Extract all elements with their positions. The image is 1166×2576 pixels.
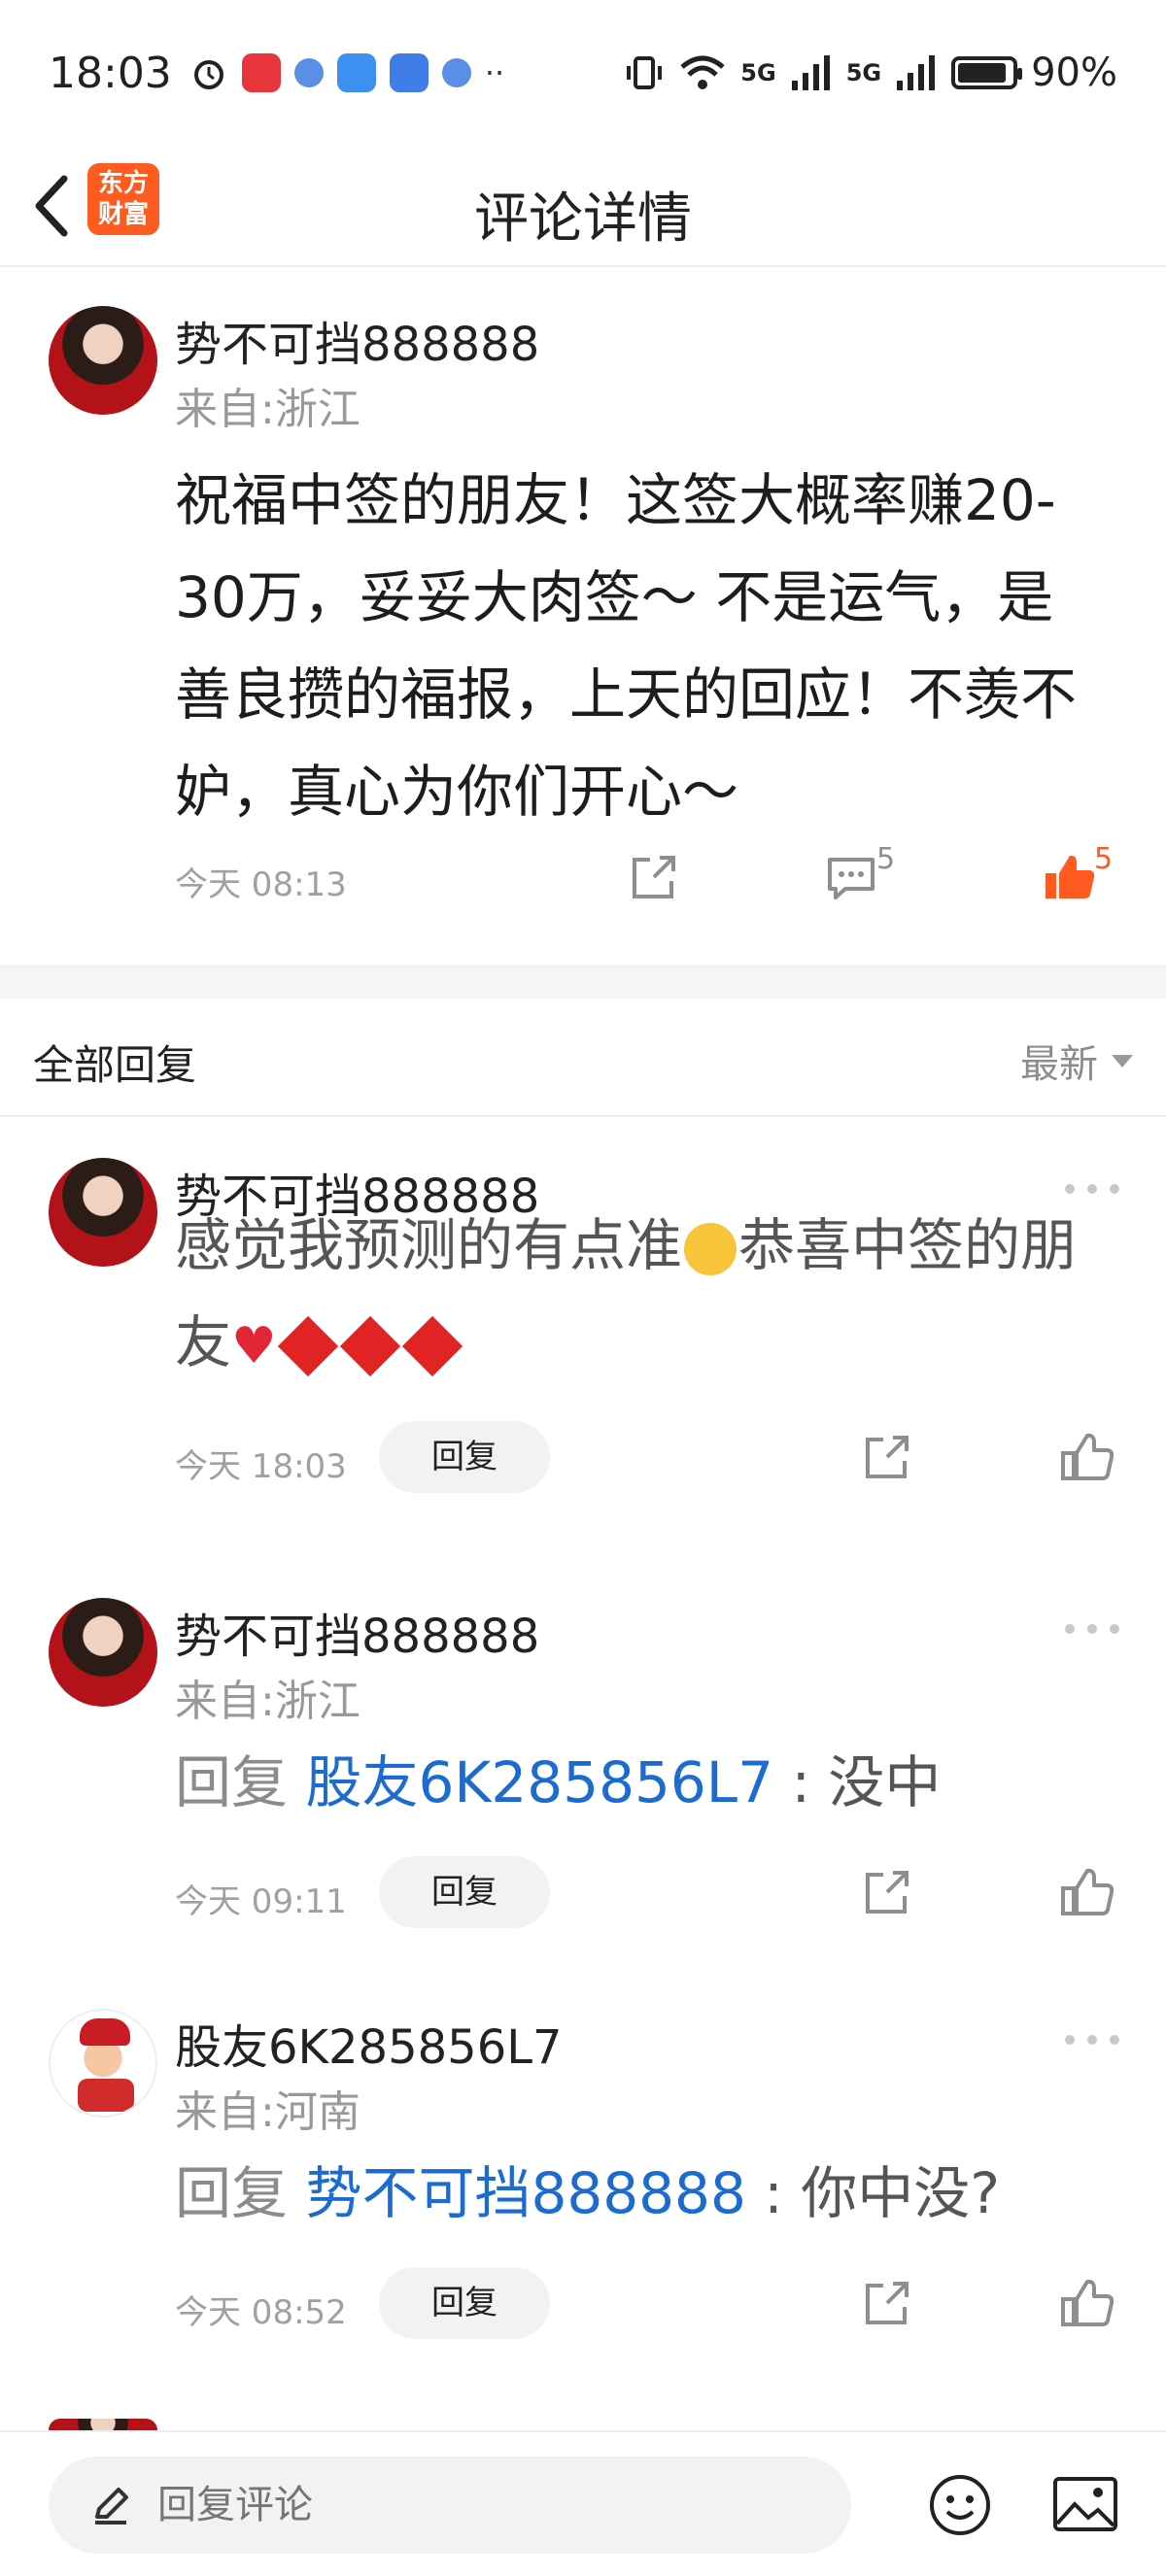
reply-comment-field[interactable] bbox=[49, 2457, 851, 2554]
chevron-down-icon bbox=[1112, 1054, 1133, 1068]
share-button[interactable] bbox=[860, 1865, 914, 1919]
thumbs-up-icon bbox=[1046, 855, 1095, 898]
fu-emoji-icon bbox=[339, 1315, 400, 1377]
more-icon[interactable] bbox=[1065, 1179, 1119, 1199]
reply-button[interactable]: 回复 bbox=[379, 2267, 550, 2339]
comment-count: 5 bbox=[876, 842, 896, 876]
more-notifications-icon: ·· bbox=[484, 54, 505, 91]
location-label: 来自:浙江 bbox=[175, 385, 360, 434]
thumbs-up-icon bbox=[1061, 1433, 1115, 1480]
fu-emoji-icon bbox=[277, 1315, 338, 1377]
signal-icon bbox=[791, 55, 830, 90]
like-button[interactable] bbox=[1059, 1865, 1115, 1919]
reply-button[interactable]: 回复 bbox=[379, 1856, 550, 1928]
battery-icon bbox=[951, 56, 1023, 89]
reply-input[interactable] bbox=[157, 2483, 740, 2527]
emoji-icon[interactable] bbox=[928, 2473, 992, 2537]
heart-emoji-icon: ♥ bbox=[231, 1316, 277, 1375]
more-icon[interactable] bbox=[1065, 1619, 1119, 1639]
app-notification-icon bbox=[441, 58, 471, 87]
share-button[interactable] bbox=[860, 1430, 914, 1484]
reply-item: 势不可挡888888 来自:浙江 回复 股友6K285856L7 : 没中 今天… bbox=[0, 1559, 1166, 1943]
replies-header: 全部回复 最新 bbox=[0, 999, 1166, 1117]
comment-icon bbox=[828, 858, 874, 899]
reply-text: 感觉我预测的有点准 恭喜中签的朋友♥ bbox=[175, 1197, 1108, 1395]
like-count: 5 bbox=[1094, 842, 1114, 876]
header: 东方 财富 评论详情 bbox=[0, 146, 1166, 267]
reply-item: 势不可挡888888 感觉我预测的有点准 恭喜中签的朋友♥ 今天 18:03 回复 bbox=[0, 1119, 1166, 1527]
mention-link[interactable]: 股友6K285856L7 bbox=[305, 1749, 773, 1815]
weather-icon bbox=[336, 53, 376, 92]
more-icon[interactable] bbox=[1065, 2030, 1119, 2050]
app-notification-icon bbox=[293, 58, 324, 87]
section-divider bbox=[0, 965, 1166, 999]
share-icon bbox=[633, 856, 675, 898]
avatar[interactable] bbox=[49, 2009, 157, 2118]
like-button[interactable] bbox=[1059, 1430, 1115, 1484]
reply-item: 股友6K285856L7 来自:河南 回复 势不可挡888888 : 你中没? … bbox=[0, 1970, 1166, 2354]
sort-label: 最新 bbox=[1020, 1042, 1098, 1087]
sort-dropdown[interactable]: 最新 bbox=[1020, 1033, 1133, 1089]
status-time: 18:03 bbox=[49, 48, 172, 98]
comment-text: 祝福中签的朋友！这签大概率赚20-30万，妥妥大肉签～ 不是运气，是善良攒的福报… bbox=[175, 467, 1078, 825]
vibrate-icon bbox=[627, 56, 663, 89]
reply-text: 回复 势不可挡888888 : 你中没? bbox=[175, 2160, 1001, 2226]
network-5g-label: 5G bbox=[845, 59, 882, 86]
reply-time: 今天 18:03 bbox=[175, 1447, 347, 1486]
share-button[interactable] bbox=[627, 850, 681, 904]
avatar[interactable] bbox=[49, 1598, 157, 1707]
bottom-bar bbox=[0, 2430, 1166, 2576]
location-label: 来自:浙江 bbox=[175, 1677, 360, 1726]
reply-time: 今天 08:52 bbox=[175, 2293, 347, 2332]
comment-time: 今天 08:13 bbox=[175, 865, 347, 904]
share-button[interactable] bbox=[860, 2276, 914, 2330]
mention-link[interactable]: 势不可挡888888 bbox=[305, 2160, 745, 2226]
status-bar: 18:03 ·· 5G 5G 90% bbox=[0, 0, 1166, 146]
battery-percent: 90% bbox=[1031, 51, 1117, 95]
username[interactable]: 股友6K285856L7 bbox=[175, 2009, 563, 2077]
main-comment: 势不可挡888888 来自:浙江 祝福中签的朋友！这签大概率赚20-30万，妥妥… bbox=[0, 267, 1166, 965]
reply-time: 今天 09:11 bbox=[175, 1882, 347, 1921]
app-notification-icon bbox=[241, 53, 281, 92]
smiley-emoji-icon bbox=[684, 1222, 737, 1275]
avatar[interactable] bbox=[49, 1158, 157, 1267]
pencil-icon bbox=[95, 2488, 128, 2525]
avatar[interactable] bbox=[49, 306, 157, 415]
page-title: 评论详情 bbox=[474, 187, 692, 251]
like-button[interactable] bbox=[1042, 850, 1096, 904]
share-icon bbox=[866, 2282, 909, 2324]
comment-button[interactable] bbox=[824, 850, 878, 904]
notification-icons: ·· bbox=[189, 53, 504, 92]
avatar[interactable] bbox=[49, 2419, 157, 2430]
app-notification-icon bbox=[389, 53, 429, 92]
fu-emoji-icon bbox=[401, 1315, 463, 1377]
share-icon bbox=[866, 1436, 909, 1478]
thumbs-up-icon bbox=[1061, 1868, 1115, 1915]
like-button[interactable] bbox=[1059, 2276, 1115, 2330]
location-label: 来自:河南 bbox=[175, 2087, 360, 2137]
replies-title: 全部回复 bbox=[33, 1041, 197, 1089]
reply-button[interactable]: 回复 bbox=[379, 1421, 550, 1493]
share-icon bbox=[866, 1871, 909, 1914]
username[interactable]: 势不可挡888888 bbox=[175, 306, 539, 374]
thumbs-up-icon bbox=[1061, 2279, 1115, 2326]
wifi-icon bbox=[680, 55, 725, 89]
image-icon[interactable] bbox=[1051, 2473, 1119, 2537]
username[interactable]: 势不可挡888888 bbox=[175, 1598, 539, 1666]
signal-icon bbox=[897, 55, 936, 90]
status-right: 5G 5G 90% bbox=[624, 51, 1117, 95]
reply-text: 回复 股友6K285856L7 : 没中 bbox=[175, 1749, 942, 1815]
alarm-icon bbox=[193, 60, 223, 89]
network-5g-label: 5G bbox=[740, 59, 776, 86]
